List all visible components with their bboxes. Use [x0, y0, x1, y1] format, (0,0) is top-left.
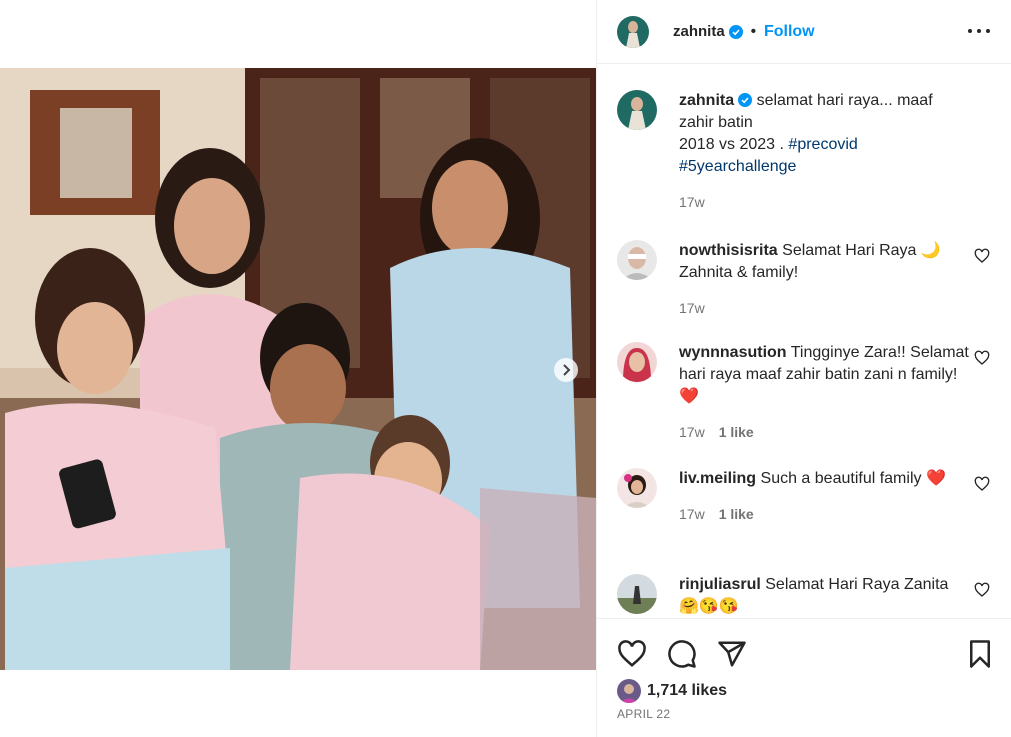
comment-time[interactable]: 17w [679, 300, 705, 316]
post-date[interactable]: APRIL 22 [617, 707, 670, 721]
heart-icon[interactable] [974, 476, 990, 492]
comment-username[interactable]: rinjuliasrul [679, 576, 761, 593]
author-avatar[interactable] [617, 15, 649, 48]
share-icon[interactable] [717, 639, 747, 669]
caption-meta: 17w [679, 191, 969, 213]
heart-icon[interactable] [617, 639, 647, 669]
post-header: zahnita • Follow [597, 0, 1011, 64]
commenter-avatar[interactable] [617, 468, 657, 508]
caption-text-2: 2018 vs 2023 . [679, 136, 789, 153]
comment-time[interactable]: 17w [679, 506, 705, 522]
follow-button[interactable]: Follow [764, 23, 815, 41]
heart-icon[interactable] [974, 350, 990, 366]
caption-time[interactable]: 17w [679, 194, 705, 210]
verified-badge-icon [728, 24, 743, 39]
comment-icon[interactable] [667, 639, 697, 669]
verified-badge-icon [738, 93, 753, 107]
commenter-avatar[interactable] [617, 574, 657, 614]
post-panel: zahnita • Follow zahnita selamat hari ra… [596, 0, 1011, 737]
comment-time[interactable]: 17w [679, 424, 705, 440]
hashtag-precovid[interactable]: #precovid [788, 136, 857, 153]
comment-username[interactable]: liv.meiling [679, 470, 756, 487]
heart-icon[interactable] [974, 582, 990, 598]
separator-dot: • [750, 23, 756, 40]
heart-icon[interactable] [974, 248, 990, 264]
commenter-avatar[interactable] [617, 240, 657, 280]
hashtag-5yearchallenge[interactable]: #5yearchallenge [679, 158, 796, 175]
likes-summary[interactable]: 1,714 likes [617, 679, 727, 703]
comment-item: wynnnasution Tingginye Zara!! Selamat ha… [617, 342, 1002, 443]
comment-item: rinjuliasrul Selamat Hari Raya Zanita 🤗😘… [617, 574, 1002, 618]
commenter-avatar[interactable] [617, 342, 657, 382]
comment-item: nowthisisrita Selamat Hari Raya 🌙 Zahnit… [617, 240, 1002, 319]
post-photo[interactable] [0, 68, 596, 670]
caption: zahnita selamat hari raya... maaf zahir … [617, 90, 1002, 213]
comments-list[interactable]: zahnita selamat hari raya... maaf zahir … [597, 70, 1011, 618]
liker-avatar [617, 679, 641, 703]
media-area [0, 0, 596, 737]
comment-username[interactable]: nowthisisrita [679, 242, 778, 259]
comment-likes[interactable]: 1 like [719, 506, 754, 522]
more-options-icon[interactable] [968, 20, 990, 42]
next-image-button[interactable] [554, 358, 578, 382]
comment-likes[interactable]: 1 like [719, 424, 754, 440]
save-icon[interactable] [965, 639, 995, 669]
comment-username[interactable]: wynnnasution [679, 344, 787, 361]
author-username[interactable]: zahnita [673, 23, 725, 40]
author-avatar[interactable] [617, 90, 657, 130]
chevron-right-icon [563, 364, 571, 376]
comment-text: Such a beautiful family ❤️ [760, 470, 946, 487]
action-bar: 1,714 likes APRIL 22 [597, 618, 1011, 737]
comment-item: liv.meiling Such a beautiful family ❤️ 1… [617, 468, 1002, 525]
likes-count[interactable]: 1,714 likes [647, 682, 727, 700]
caption-username[interactable]: zahnita [679, 92, 734, 109]
